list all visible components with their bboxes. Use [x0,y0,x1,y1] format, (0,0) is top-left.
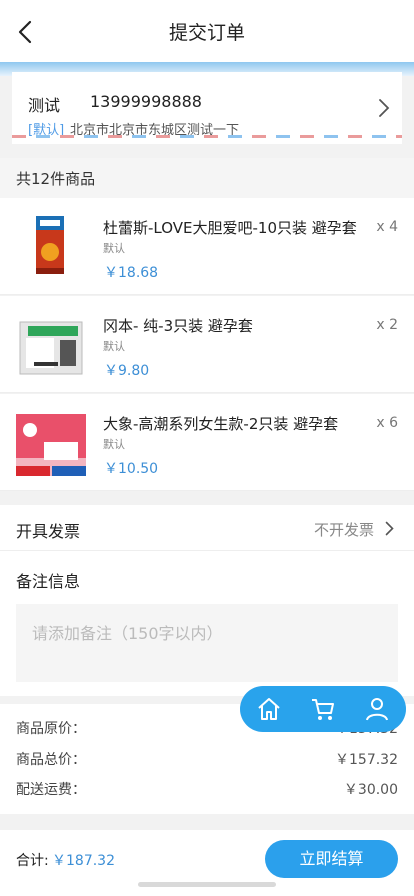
invoice-value: 不开发票 [313,521,374,539]
address-section: 测试 13999998888 [默认] 北京市北京市东城区测试一下 [0,62,414,152]
product-item[interactable]: 杜蕾斯-LOVE大胆爱吧-10只装 避孕套 默认 ￥18.68 x 4 [0,198,414,295]
summary-label: 商品原价： [16,721,86,737]
navbar: 提交订单 [0,0,414,62]
product-quantity: x 6 [376,415,398,431]
floating-nav [240,686,406,732]
summary-value: ￥30.00 [343,782,398,798]
remark-input[interactable] [16,604,398,682]
product-image [14,208,88,282]
summary-value: ￥157.32 [335,752,398,768]
address-phone: 13999998888 [90,92,202,111]
summary-row: 配送运费： ￥30.00 [16,779,398,801]
product-quantity: x 2 [376,317,398,333]
invoice-label: 开具发票 [16,522,81,541]
home-icon[interactable] [255,695,283,723]
user-icon[interactable] [363,695,391,723]
product-price: ￥18.68 [104,265,159,281]
product-spec: 默认 [103,438,125,451]
address-border-stripe [12,135,402,138]
summary-label: 配送运费： [16,782,86,798]
product-price: ￥10.50 [104,461,159,477]
page-title: 提交订单 [168,22,245,44]
home-indicator [138,882,276,887]
address-name: 测试 [28,96,61,115]
checkout-button[interactable]: 立即结算 [265,840,398,878]
invoice-row[interactable]: 开具发票 不开发票 [0,505,414,551]
product-name: 杜蕾斯-LOVE大胆爱吧-10只装 避孕套 [103,219,357,237]
remark-label: 备注信息 [16,572,81,591]
address-card[interactable]: 测试 13999998888 [默认] 北京市北京市东城区测试一下 [12,72,402,144]
chevron-right-icon[interactable] [378,98,390,118]
product-image [14,404,88,478]
remark-section: 备注信息 [0,551,414,696]
product-name: 大象-高潮系列女生款-2只装 避孕套 [103,415,339,433]
cart-icon[interactable] [309,695,337,723]
products-count-bar: 共12件商品 [0,158,414,198]
products-count: 共12件商品 [16,170,96,188]
chevron-right-icon[interactable] [385,521,394,536]
product-spec: 默认 [103,242,125,255]
total-value: ￥187.32 [52,853,115,869]
checkout-bar: 合计: ￥187.32 立即结算 [0,830,414,896]
product-item[interactable]: 大象-高潮系列女生款-2只装 避孕套 默认 ￥10.50 x 6 [0,394,414,491]
product-name: 冈本- 纯-3只装 避孕套 [103,317,253,335]
product-quantity: x 4 [376,219,398,235]
total-label: 合计: [16,853,49,869]
product-spec: 默认 [103,340,125,353]
product-price: ￥9.80 [104,363,150,379]
product-item[interactable]: 冈本- 纯-3只装 避孕套 默认 ￥9.80 x 2 [0,296,414,393]
summary-row: 商品总价： ￥157.32 [16,749,398,771]
summary-label: 商品总价： [16,752,86,768]
product-image [14,306,88,380]
